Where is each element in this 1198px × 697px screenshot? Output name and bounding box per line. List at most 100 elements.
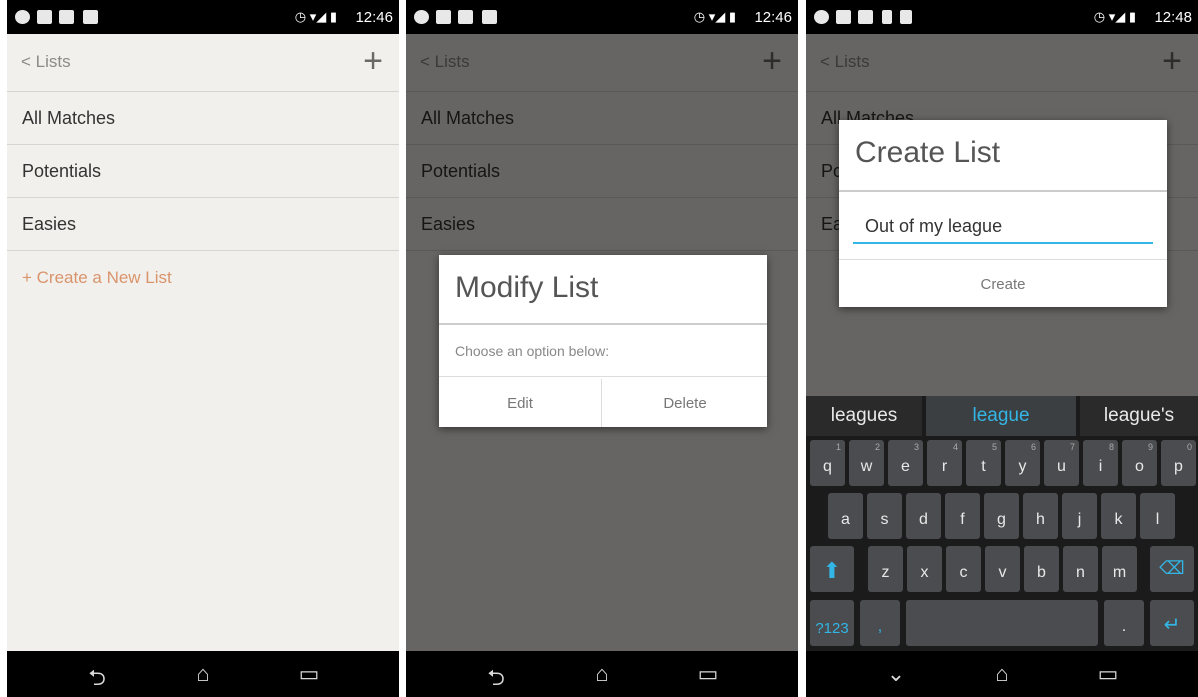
key-alt-label: 4: [952, 442, 958, 452]
create-list-dialog: Create List Out of my league Create: [839, 120, 1167, 307]
list-item-potentials[interactable]: Potentials: [7, 145, 399, 198]
recents-icon[interactable]: ▭: [688, 661, 728, 687]
nav-bar: ⮌ ⌂ ▭: [406, 651, 798, 697]
key-alt-label: 9: [1147, 442, 1153, 452]
dialog-message: Choose an option below:: [439, 325, 767, 377]
key-m[interactable]: m: [1102, 546, 1137, 592]
key-d[interactable]: d: [906, 493, 941, 539]
key-z[interactable]: z: [868, 546, 903, 592]
status-time: 12:46: [355, 9, 393, 26]
key-alt-label: 0: [1186, 442, 1192, 452]
home-icon[interactable]: ⌂: [183, 661, 223, 687]
status-time: 12:48: [1154, 9, 1192, 26]
key-y[interactable]: y6: [1005, 440, 1040, 486]
add-list-button[interactable]: +: [363, 42, 383, 81]
home-icon[interactable]: ⌂: [582, 661, 622, 687]
nav-bar: ⌄ ⌂ ▭: [806, 651, 1198, 697]
key-l[interactable]: l: [1140, 493, 1175, 539]
notification-icon: [482, 10, 497, 24]
key-p[interactable]: p0: [1161, 440, 1196, 486]
list-item-all-matches[interactable]: All Matches: [7, 92, 399, 145]
notification-icon: [858, 10, 873, 24]
key-alt-label: 5: [991, 442, 997, 452]
status-bar: ◷ ▾◢ ▮ 12:46: [406, 0, 798, 34]
period-key[interactable]: .: [1104, 600, 1144, 646]
notification-icon: [414, 10, 429, 24]
phone-lists-screen: ◷ ▾◢ ▮ 12:46 < Lists + All Matches Poten…: [7, 0, 399, 697]
notification-icon: [83, 10, 98, 24]
notification-icon: [882, 10, 892, 24]
notification-icon: [458, 10, 473, 24]
back-button[interactable]: < Lists: [21, 52, 71, 72]
key-f[interactable]: f: [945, 493, 980, 539]
key-a[interactable]: a: [828, 493, 863, 539]
key-g[interactable]: g: [984, 493, 1019, 539]
create-button[interactable]: Create: [839, 259, 1167, 307]
suggestion-1[interactable]: leagues: [806, 396, 922, 436]
shift-key-icon[interactable]: ⬆: [810, 546, 854, 592]
status-bar: ◷ ▾◢ ▮ 12:46: [7, 0, 399, 34]
key-b[interactable]: b: [1024, 546, 1059, 592]
edit-button[interactable]: Edit: [439, 379, 602, 427]
notification-icon: [814, 10, 829, 24]
nav-back-icon[interactable]: ⮌: [476, 661, 516, 690]
enter-key-icon[interactable]: ↵: [1150, 600, 1194, 646]
dialog-title: Create List: [839, 120, 1167, 192]
recents-icon[interactable]: ▭: [289, 661, 329, 687]
list-name-input[interactable]: Out of my league: [853, 210, 1153, 244]
recents-icon[interactable]: ▭: [1088, 661, 1128, 687]
signal-icon: ◷ ▾◢ ▮: [693, 9, 736, 24]
phone-modify-dialog-screen: ◷ ▾◢ ▮ 12:46 < Lists + All Matches Poten…: [406, 0, 798, 697]
notification-icon: [436, 10, 451, 24]
suggestion-2[interactable]: league: [926, 396, 1076, 436]
nav-bar: ⮌ ⌂ ▭: [7, 651, 399, 697]
key-o[interactable]: o9: [1122, 440, 1157, 486]
nav-back-icon[interactable]: ⮌: [77, 661, 117, 690]
key-n[interactable]: n: [1063, 546, 1098, 592]
notification-icon: [15, 10, 30, 24]
key-h[interactable]: h: [1023, 493, 1058, 539]
delete-button[interactable]: Delete: [603, 379, 767, 427]
phone-create-dialog-screen: ◷ ▾◢ ▮ 12:48 < Lists + All Matches Poten…: [806, 0, 1198, 697]
symbols-key[interactable]: ?123: [810, 600, 854, 646]
signal-icon: ◷ ▾◢ ▮: [294, 9, 337, 24]
notification-icon: [836, 10, 851, 24]
comma-key[interactable]: ,: [860, 600, 900, 646]
signal-icon: ◷ ▾◢ ▮: [1093, 9, 1136, 24]
key-v[interactable]: v: [985, 546, 1020, 592]
list-item-easies[interactable]: Easies: [7, 198, 399, 251]
status-bar: ◷ ▾◢ ▮ 12:48: [806, 0, 1198, 34]
app-bar: < Lists +: [7, 34, 399, 92]
key-alt-label: 7: [1069, 442, 1075, 452]
notification-icon: [900, 10, 912, 24]
key-e[interactable]: e3: [888, 440, 923, 486]
space-key[interactable]: [906, 600, 1098, 646]
backspace-key-icon[interactable]: ⌫: [1150, 546, 1194, 592]
keyboard-hide-icon[interactable]: ⌄: [876, 661, 916, 687]
home-icon[interactable]: ⌂: [982, 661, 1022, 687]
key-k[interactable]: k: [1101, 493, 1136, 539]
key-i[interactable]: i8: [1083, 440, 1118, 486]
key-x[interactable]: x: [907, 546, 942, 592]
key-alt-label: 3: [913, 442, 919, 452]
suggestion-3[interactable]: league's: [1080, 396, 1198, 436]
soft-keyboard: leagues league league's q1w2e3r4t5y6u7i8…: [806, 396, 1198, 651]
notification-icon: [37, 10, 52, 24]
key-u[interactable]: u7: [1044, 440, 1079, 486]
key-alt-label: 8: [1108, 442, 1114, 452]
key-r[interactable]: r4: [927, 440, 962, 486]
status-time: 12:46: [754, 9, 792, 26]
key-alt-label: 1: [835, 442, 841, 452]
key-alt-label: 2: [874, 442, 880, 452]
key-j[interactable]: j: [1062, 493, 1097, 539]
dialog-title: Modify List: [439, 255, 767, 325]
key-q[interactable]: q1: [810, 440, 845, 486]
notification-icon: [59, 10, 74, 24]
modify-list-dialog: Modify List Choose an option below: Edit…: [439, 255, 767, 427]
create-new-list-link[interactable]: + Create a New List: [22, 268, 172, 288]
key-s[interactable]: s: [867, 493, 902, 539]
key-t[interactable]: t5: [966, 440, 1001, 486]
key-c[interactable]: c: [946, 546, 981, 592]
key-alt-label: 6: [1030, 442, 1036, 452]
key-w[interactable]: w2: [849, 440, 884, 486]
